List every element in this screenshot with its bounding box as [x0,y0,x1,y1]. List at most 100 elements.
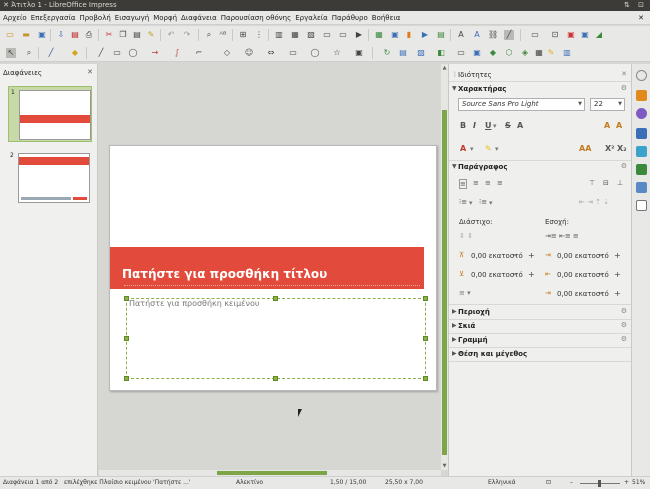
highlight-color-icon[interactable]: ✎ [485,144,492,153]
more-options-icon[interactable]: ⚙ [621,321,627,329]
media-icon[interactable]: ▶ [420,30,430,40]
justify-icon[interactable]: ≡ [497,179,503,187]
toggle-extrusion-icon[interactable]: ▦ [534,48,544,58]
new-icon[interactable]: ▭ [5,30,15,40]
undo-icon[interactable]: ↶ [166,30,176,40]
gallery-tab-icon[interactable] [636,182,647,193]
ellipse-icon[interactable]: ◯ [128,48,138,58]
master-slides-tab-icon[interactable] [636,146,647,157]
curve-icon[interactable]: ∫ [172,48,182,58]
filter-icon[interactable]: ◆ [488,48,498,58]
show-points-icon[interactable]: ▣ [566,30,576,40]
sidebar-settings-icon[interactable] [636,70,647,81]
expand-arrow-icon[interactable]: ▶ [452,308,457,315]
align-left-icon[interactable]: ≡ [459,179,467,189]
decrease-icon[interactable]: – [599,251,603,261]
image-icon[interactable]: ▣ [390,30,400,40]
menu-file[interactable]: Αρχείο [0,11,29,25]
decrease-icon[interactable]: – [513,251,517,261]
display-grid-icon[interactable]: ▭ [530,30,540,40]
increase-icon[interactable]: + [614,251,621,261]
align-top-icon[interactable]: ⊤ [589,179,595,187]
stars-icon[interactable]: ☆ [332,48,342,58]
close-window-icon[interactable]: ✕ [3,0,9,11]
3d-objects-icon[interactable]: ▣ [354,48,364,58]
shadow-section-title[interactable]: Σκιά [458,322,475,330]
italic-icon[interactable]: I [473,121,476,130]
shadow-toggle-icon[interactable]: ▭ [456,48,466,58]
line-spacing-dropdown-icon[interactable]: ≡ ▾ [459,289,471,297]
align-center-icon[interactable]: ≡ [473,179,479,187]
symbol-shapes-icon[interactable]: ☺ [244,48,254,58]
resize-handle[interactable] [423,376,428,381]
close-document-icon[interactable]: ✕ [636,11,646,25]
find-replace-icon[interactable]: ⌕ [204,30,214,40]
close-sidebar-icon[interactable]: ✕ [621,70,627,78]
subscript-icon[interactable]: X₂ [617,144,627,153]
slide-icon[interactable]: ▭ [322,30,332,40]
decrease-icon[interactable]: – [599,270,603,280]
display-views-icon[interactable]: ▥ [274,30,284,40]
properties-tab-icon[interactable] [636,90,647,101]
resize-handle[interactable] [124,376,129,381]
character-section-title[interactable]: Χαρακτήρας [458,85,506,93]
bullets-dropdown-icon[interactable]: ▾ [469,199,473,207]
resize-handle[interactable] [273,376,278,381]
resize-handle[interactable] [124,296,129,301]
spelling-icon[interactable]: ᴬᴮ [218,30,228,40]
expand-arrow-icon[interactable]: ▶ [452,350,457,357]
resize-handle[interactable] [423,296,428,301]
strikethrough-icon[interactable]: S [505,121,511,130]
decrease-icon[interactable]: – [513,270,517,280]
table-icon[interactable]: ▦ [374,30,384,40]
scroll-up-icon[interactable]: ▲ [441,65,448,71]
menu-slideshow[interactable]: Παρουσίαση οθόνης [219,11,293,25]
snap-icon[interactable]: ⊡ [550,30,560,40]
superscript-icon[interactable]: X² [605,144,615,153]
status-language[interactable]: Ελληνικά [488,477,516,489]
crop-image-icon[interactable]: ▣ [472,48,482,58]
line-icon[interactable]: ╱ [96,48,106,58]
area-section-title[interactable]: Περιοχή [458,308,490,316]
increase-icon[interactable]: + [528,270,535,280]
open-icon[interactable]: ▬ [21,30,31,40]
horizontal-scroll-thumb[interactable] [217,471,327,475]
slide-thumbnail-1[interactable]: 1 [8,86,92,142]
master-slide-icon[interactable]: ▦ [290,30,300,40]
textbox-icon[interactable]: A [456,30,466,40]
save-icon[interactable]: ▣ [37,30,47,40]
menu-format[interactable]: Μορφή [151,11,179,25]
window-controls[interactable]: ⇅ ⊡ [624,0,647,11]
menu-slide[interactable]: Διαφάνεια [179,11,219,25]
glue-icon[interactable]: ◈ [520,48,530,58]
expand-arrow-icon[interactable]: ▶ [452,322,457,329]
content-textbox[interactable]: Πατήστε για προσθήκη κειμένου [126,298,426,379]
menu-help[interactable]: Βοήθεια [370,11,403,25]
outline-icons[interactable]: ⇤ ⇥ ⇡ ⇣ [579,198,609,206]
cut-icon[interactable]: ✂ [104,30,114,40]
decrease-font-icon[interactable]: A [616,121,622,130]
navigator-tab-icon[interactable] [636,200,647,211]
flowchart-icon[interactable]: ▭ [288,48,298,58]
status-zoom[interactable]: 51% [632,477,645,489]
font-color-dropdown-icon[interactable]: ▾ [470,145,474,153]
zoom-in-icon[interactable]: + [624,477,629,489]
align-icon[interactable]: ▤ [398,48,408,58]
more-options-icon[interactable]: ⚙ [621,84,627,92]
font-name-combo[interactable]: Source Sans Pro Light ▼ [458,98,585,111]
paragraph-section-title[interactable]: Παράγραφος [458,163,508,171]
duplicate-slide-icon[interactable]: ▭ [338,30,348,40]
shadow-text-icon[interactable]: A [517,121,523,130]
menu-insert[interactable]: Εισαγωγή [113,11,151,25]
indent-icons[interactable]: ⇥≡ ⇤≡ ≡ [545,232,579,240]
menu-tools[interactable]: Εργαλεία [293,11,330,25]
arrange-icon[interactable]: ▧ [416,48,426,58]
helplines-icon[interactable]: ⋮ [254,30,264,40]
more-options-icon[interactable]: ⚙ [621,162,627,170]
clone-formatting-icon[interactable]: ✎ [146,30,156,40]
more-options-icon[interactable]: ⚙ [621,335,627,343]
increase-icon[interactable]: + [614,289,621,299]
fill-color-icon[interactable]: ◆ [70,48,80,58]
more-options-icon[interactable]: ⚙ [621,307,627,315]
line-spacing-icon[interactable]: ⇕ ⇕ [459,232,473,240]
